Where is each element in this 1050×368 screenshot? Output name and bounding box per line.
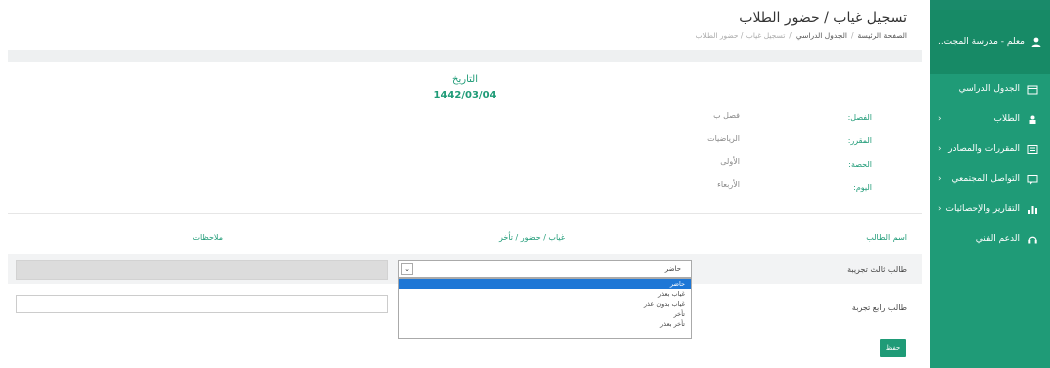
user-icon — [1030, 36, 1042, 48]
sidebar-item-reports[interactable]: التقارير والإحصائيات ‹ — [930, 194, 1050, 224]
chevron-left-icon: ‹ — [938, 204, 942, 214]
class-label: الفصل: — [847, 113, 872, 122]
day-label: اليوم: — [853, 183, 872, 192]
chevron-left-icon: ‹ — [938, 114, 942, 124]
sidebar-item-label: التقارير والإحصائيات — [945, 204, 1020, 214]
page-title: تسجيل غياب / حضور الطلاب — [739, 10, 907, 26]
sidebar-item-label: المقررات والمصادر — [948, 144, 1020, 154]
dropdown-option-absent-excused[interactable]: غياب بعذر — [399, 289, 691, 299]
info-panel: التاريخ 1442/03/04 — [8, 62, 922, 212]
sidebar-item-support[interactable]: الدعم الفني — [930, 224, 1050, 254]
sidebar-item-students[interactable]: الطلاب ‹ — [930, 104, 1050, 134]
header-divider-band — [8, 50, 922, 62]
date-label: التاريخ — [452, 74, 478, 85]
sidebar-user-label: معلم - مدرسة المجت.. — [937, 37, 1025, 47]
sidebar-item-community[interactable]: التواصل المجتمعي ‹ — [930, 164, 1050, 194]
class-value: فصل ب — [713, 111, 740, 120]
breadcrumb-current: تسجيل غياب / حضور الطلاب — [695, 31, 786, 40]
breadcrumb-schedule[interactable]: الجدول الدراسي — [796, 31, 847, 40]
date-value: 1442/03/04 — [433, 90, 497, 101]
column-header-notes: ملاحظات — [192, 233, 223, 242]
student-name: طالب رابع تجربة — [851, 303, 907, 312]
notes-field — [16, 260, 388, 280]
course-value: الرياضيات — [707, 134, 740, 143]
sidebar-item-schedule[interactable]: الجدول الدراسي — [930, 74, 1050, 104]
sidebar: معلم - مدرسة المجت.. الجدول الدراسي الطل… — [930, 0, 1050, 368]
page: معلم - مدرسة المجت.. الجدول الدراسي الطل… — [0, 0, 1050, 368]
student-name: طالب ثالث تجريبة — [847, 265, 907, 274]
sidebar-top-bar — [930, 0, 1050, 10]
dropdown-option-present[interactable]: حاضر — [399, 279, 691, 289]
calendar-icon — [1026, 83, 1038, 95]
period-label: الحصة: — [848, 160, 872, 169]
period-value: الأولى — [720, 157, 740, 166]
breadcrumb-separator: / — [789, 31, 792, 40]
attendance-select[interactable]: حاضر ⌄ — [398, 260, 692, 278]
breadcrumb: الصفحة الرئيسة / الجدول الدراسي / تسجيل … — [695, 31, 907, 40]
sidebar-item-label: الجدول الدراسي — [958, 84, 1020, 94]
courses-icon — [1026, 143, 1038, 155]
chevron-down-icon[interactable]: ⌄ — [401, 263, 413, 275]
chevron-left-icon: ‹ — [938, 144, 942, 154]
breadcrumb-home[interactable]: الصفحة الرئيسة — [858, 31, 907, 40]
column-header-name: اسم الطالب — [866, 233, 907, 242]
sidebar-item-courses[interactable]: المقررات والمصادر ‹ — [930, 134, 1050, 164]
chevron-left-icon: ‹ — [938, 174, 942, 184]
section-divider — [8, 213, 922, 214]
course-label: المقرر: — [847, 136, 872, 145]
dropdown-option-late[interactable]: تأخر — [399, 309, 691, 319]
column-header-status: غياب / حضور / تأخر — [498, 233, 565, 242]
save-button[interactable]: حفظ — [880, 339, 906, 357]
notes-field[interactable] — [16, 295, 388, 313]
breadcrumb-separator: / — [850, 31, 854, 40]
headset-icon — [1026, 233, 1038, 245]
day-value: الأربعاء — [717, 180, 740, 189]
attendance-dropdown: حاضر غياب بعذر غياب بدون عذر تأخر تأخر ب… — [398, 278, 692, 339]
sidebar-item-label: التواصل المجتمعي — [951, 174, 1020, 184]
sidebar-user[interactable]: معلم - مدرسة المجت.. — [930, 10, 1050, 74]
dropdown-option-absent-unexcused[interactable]: غياب بدون عذر — [399, 299, 691, 309]
chart-icon — [1026, 203, 1038, 215]
attendance-select-value: حاضر — [664, 265, 681, 273]
dropdown-option-late-excused[interactable]: تأخر بعذر — [399, 319, 691, 329]
sidebar-item-label: الدعم الفني — [975, 234, 1020, 244]
chat-icon — [1026, 173, 1038, 185]
sidebar-item-label: الطلاب — [993, 114, 1020, 124]
student-icon — [1026, 113, 1038, 125]
